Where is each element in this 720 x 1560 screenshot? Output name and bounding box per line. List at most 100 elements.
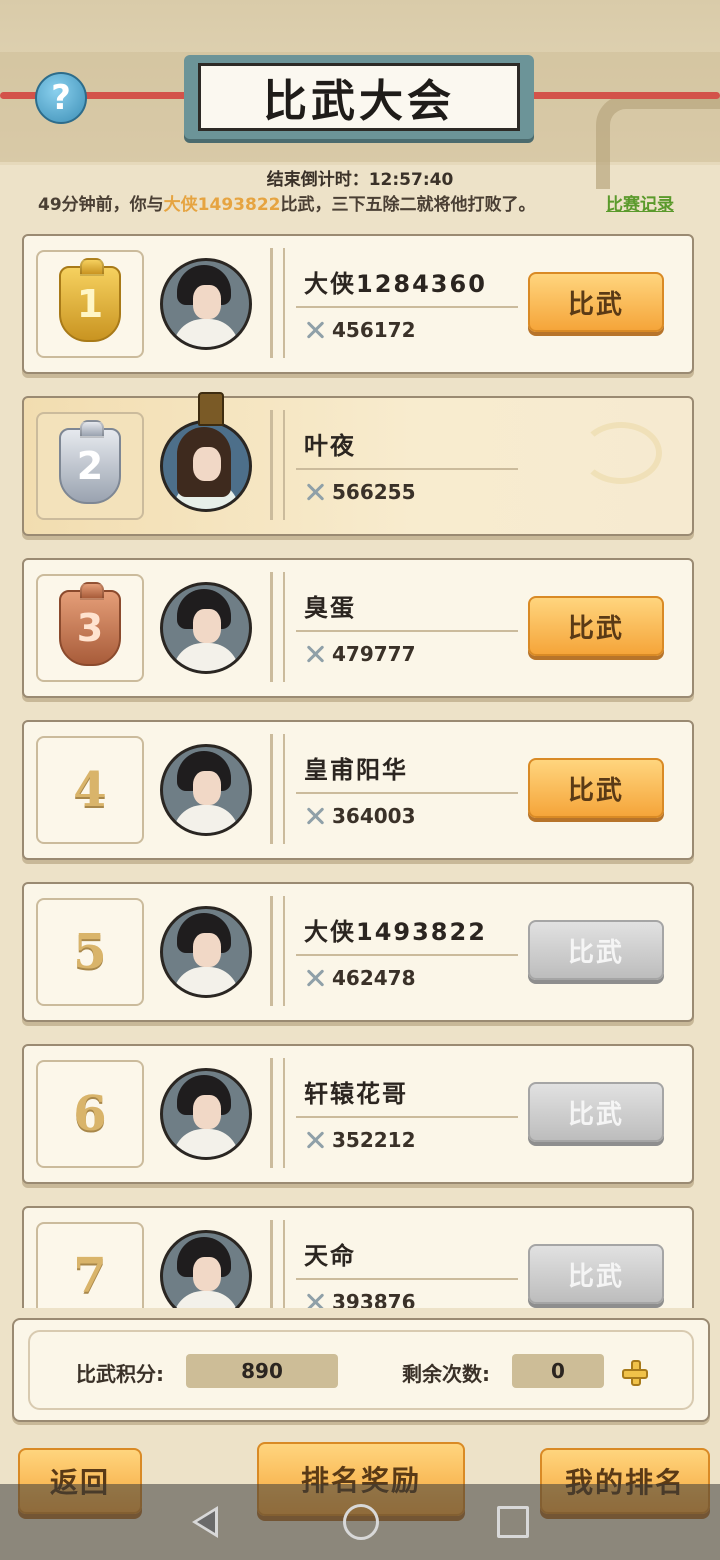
avatar[interactable] (160, 420, 252, 512)
news-opponent[interactable]: 大侠1493822 (164, 195, 281, 215)
avatar[interactable] (160, 258, 252, 350)
combat-power: 364003 (304, 804, 416, 828)
avatar[interactable] (160, 744, 252, 836)
ranking-row: 4 皇甫阳华 364003 比武 (22, 720, 694, 860)
rank-badge: 1 (36, 250, 144, 358)
row-divider (270, 734, 285, 844)
challenge-button[interactable]: 比武 (528, 272, 664, 332)
name-underline (296, 1278, 518, 1280)
add-attempts-plus-icon[interactable] (622, 1360, 648, 1386)
row-divider (270, 896, 285, 1006)
challenge-button-disabled[interactable]: 比武 (528, 1082, 664, 1142)
ranking-row-self: 2 叶夜 566255 (22, 392, 694, 536)
news-suffix: 比武，三下五除二就将他打败了。 (280, 195, 536, 215)
player-name: 天命 (304, 1242, 356, 1270)
rank-number: 6 (73, 1086, 107, 1142)
rank-badge: 5 (36, 898, 144, 1006)
name-underline (296, 792, 518, 794)
power-value: 364003 (332, 804, 416, 828)
hair-crown-icon (198, 392, 224, 426)
nav-home-icon[interactable] (343, 1504, 379, 1540)
page-title: 比武大会 (198, 63, 520, 131)
rank-badge: 7 (36, 1222, 144, 1308)
ranking-row: 1 大侠1284360 456172 比武 (22, 234, 694, 374)
combat-power: 462478 (304, 966, 416, 990)
challenge-button[interactable]: 比武 (528, 758, 664, 818)
crossed-swords-icon (304, 1291, 326, 1308)
rank-badge: 6 (36, 1060, 144, 1168)
name-underline (296, 630, 518, 632)
name-underline (296, 306, 518, 308)
crossed-swords-icon (304, 319, 326, 341)
nav-recent-apps-icon[interactable] (497, 1506, 529, 1538)
match-record-link[interactable]: 比赛记录 (606, 190, 674, 215)
challenge-button-disabled[interactable]: 比武 (528, 1244, 664, 1304)
cloud-swirl-decoration (580, 422, 662, 484)
rank-number: 5 (73, 924, 107, 980)
player-name: 大侠1493822 (304, 918, 487, 946)
rank-number: 4 (73, 762, 107, 818)
avatar[interactable] (160, 582, 252, 674)
row-divider (270, 572, 285, 682)
ranking-list[interactable]: 1 大侠1284360 456172 比武 2 叶夜 566255 3 臭蛋 4… (0, 230, 720, 1308)
stats-panel: 比武积分: 890 剩余次数: 0 (12, 1318, 710, 1422)
player-name: 叶夜 (304, 432, 356, 460)
rope-right (515, 92, 720, 99)
power-value: 456172 (332, 318, 416, 342)
silver-medal-icon: 2 (59, 420, 121, 504)
avatar[interactable] (160, 1068, 252, 1160)
power-value: 352212 (332, 1128, 416, 1152)
rank-badge: 3 (36, 574, 144, 682)
crossed-swords-icon (304, 1129, 326, 1151)
rope-left (0, 92, 200, 99)
crossed-swords-icon (304, 805, 326, 827)
name-underline (296, 954, 518, 956)
player-name: 皇甫阳华 (304, 756, 408, 784)
crossed-swords-icon (304, 481, 326, 503)
gold-medal-icon: 1 (59, 258, 121, 342)
combat-power: 393876 (304, 1290, 416, 1308)
rank-badge: 4 (36, 736, 144, 844)
player-name: 大侠1284360 (304, 270, 487, 298)
countdown-timer: 结束倒计时：12:57:40 (266, 170, 454, 190)
row-divider (270, 1220, 285, 1308)
challenge-button-disabled[interactable]: 比武 (528, 920, 664, 980)
points-label: 比武积分: (76, 1362, 164, 1386)
news-prefix: 49分钟前，你与 (38, 195, 164, 215)
player-name: 轩辕花哥 (304, 1080, 408, 1108)
power-value: 566255 (332, 480, 416, 504)
remaining-value: 0 (512, 1354, 604, 1388)
rank-badge: 2 (36, 412, 144, 520)
ranking-row: 5 大侠1493822 462478 比武 (22, 882, 694, 1022)
player-name: 臭蛋 (304, 594, 356, 622)
name-underline (296, 468, 518, 470)
remaining-label: 剩余次数: (402, 1362, 490, 1386)
avatar[interactable] (160, 1230, 252, 1308)
crossed-swords-icon (304, 643, 326, 665)
nav-back-icon-inner (197, 1511, 215, 1533)
combat-power: 352212 (304, 1128, 416, 1152)
combat-power: 566255 (304, 480, 416, 504)
ranking-row: 6 轩辕花哥 352212 比武 (22, 1044, 694, 1184)
question-icon: ? (51, 78, 71, 118)
power-value: 479777 (332, 642, 416, 666)
rank-number: 7 (73, 1248, 107, 1304)
points-value: 890 (186, 1354, 338, 1388)
row-divider (270, 1058, 285, 1168)
combat-power: 456172 (304, 318, 416, 342)
battle-news: 49分钟前，你与大侠1493822比武，三下五除二就将他打败了。 (38, 190, 535, 215)
title-plaque: 比武大会 (184, 55, 534, 139)
name-underline (296, 1116, 518, 1118)
power-value: 393876 (332, 1290, 416, 1308)
combat-power: 479777 (304, 642, 416, 666)
help-button[interactable]: ? (35, 72, 87, 124)
crossed-swords-icon (304, 967, 326, 989)
avatar[interactable] (160, 906, 252, 998)
row-divider (270, 410, 285, 520)
bronze-medal-icon: 3 (59, 582, 121, 666)
challenge-button[interactable]: 比武 (528, 596, 664, 656)
power-value: 462478 (332, 966, 416, 990)
ranking-row: 3 臭蛋 479777 比武 (22, 558, 694, 698)
system-nav-bar (0, 1484, 720, 1560)
ranking-row: 7 天命 393876 比武 (22, 1206, 694, 1308)
